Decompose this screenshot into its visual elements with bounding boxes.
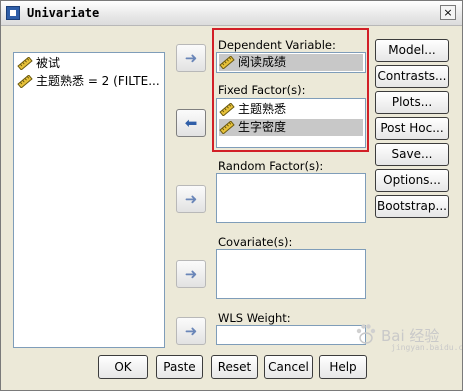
list-item[interactable]: 被试 (17, 55, 161, 72)
list-item[interactable]: 主题熟悉 = 2 (FILTE... (17, 73, 161, 90)
watermark-url: jingyan.baidu.com (391, 343, 463, 352)
scale-ruler-icon (17, 57, 33, 70)
covariates-label: Covariate(s): (218, 235, 293, 249)
close-button[interactable]: × (440, 5, 456, 20)
cancel-button[interactable]: Cancel (264, 355, 313, 379)
move-to-random-button[interactable]: ➜ (176, 185, 206, 213)
contrasts-button[interactable]: Contrasts... (375, 65, 449, 88)
univariate-dialog: Univariate × 被试 主题熟悉 = 2 (FILTE... ➜ ⬅ ➜… (0, 0, 463, 391)
spss-app-icon (6, 6, 20, 20)
variable-label: 主题熟悉 = 2 (FILTE... (36, 74, 160, 88)
random-factors-label: Random Factor(s): (218, 159, 324, 173)
bootstrap-button[interactable]: Bootstrap... (375, 195, 449, 218)
post-hoc-button[interactable]: Post Hoc... (375, 117, 449, 140)
reset-button[interactable]: Reset (211, 355, 258, 379)
random-factors-box[interactable] (216, 173, 366, 223)
ok-button[interactable]: OK (98, 355, 148, 379)
help-button[interactable]: Help (319, 355, 367, 379)
save-button[interactable]: Save... (375, 143, 449, 166)
paste-button[interactable]: Paste (156, 355, 203, 379)
highlight-annotation-box (212, 28, 369, 152)
move-to-covariate-button[interactable]: ➜ (176, 260, 206, 288)
variables-listbox[interactable]: 被试 主题熟悉 = 2 (FILTE... (13, 52, 165, 348)
options-button[interactable]: Options... (375, 169, 449, 192)
covariates-box[interactable] (216, 249, 366, 299)
move-to-dependent-button[interactable]: ➜ (176, 44, 206, 72)
paw-icon (356, 324, 376, 344)
wls-weight-label: WLS Weight: (218, 311, 291, 325)
scale-ruler-icon (17, 75, 33, 88)
title-bar: Univariate × (1, 1, 462, 26)
window-title: Univariate (27, 6, 100, 20)
plots-button[interactable]: Plots... (375, 91, 449, 114)
move-from-fixed-button[interactable]: ⬅ (176, 109, 206, 137)
baidu-watermark: Bai 经验 jingyan.baidu.com (327, 319, 462, 353)
model-button[interactable]: Model... (375, 39, 449, 62)
variable-label: 被试 (36, 56, 61, 70)
move-to-wls-button[interactable]: ➜ (176, 317, 206, 345)
